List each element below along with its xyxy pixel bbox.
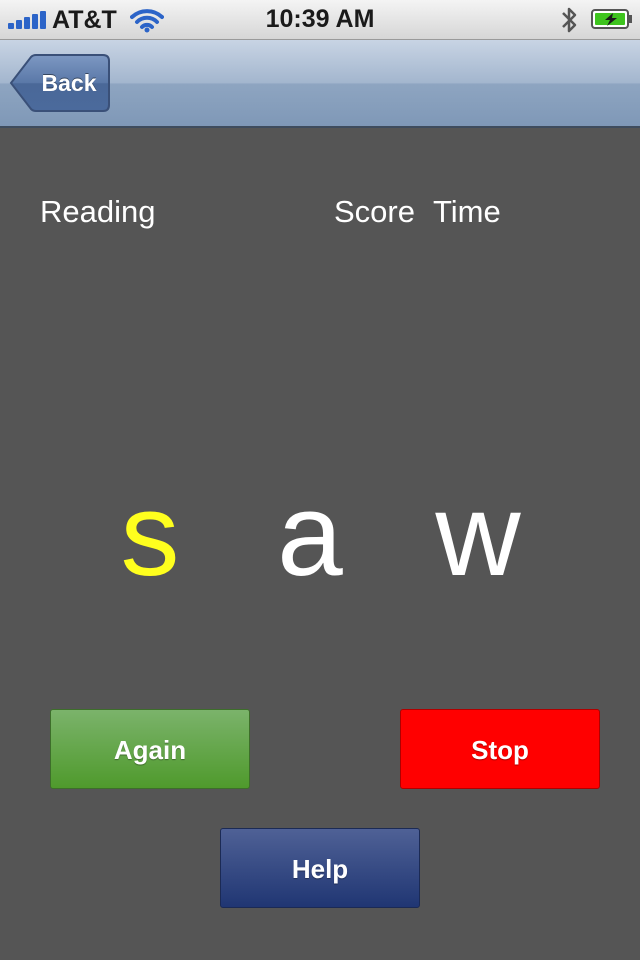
help-button[interactable]: Help	[220, 828, 420, 908]
back-button-label: Back	[41, 70, 97, 96]
again-button[interactable]: Again	[50, 709, 250, 789]
reading-label: Reading	[40, 194, 156, 229]
battery-charging-icon	[591, 9, 632, 29]
time-label: Time	[433, 194, 501, 229]
score-label: Score	[334, 194, 415, 229]
word-letter-2[interactable]: a	[250, 470, 370, 600]
navigation-bar: Back	[0, 40, 640, 128]
word-letter-3[interactable]: w	[418, 470, 538, 600]
bluetooth-icon	[562, 7, 577, 33]
word-letter-1[interactable]: s	[90, 470, 210, 600]
stop-button[interactable]: Stop	[400, 709, 600, 789]
status-bar: AT&T 10:39 AM	[0, 0, 640, 40]
status-time: 10:39 AM	[265, 5, 375, 33]
back-button[interactable]: Back	[9, 54, 110, 112]
